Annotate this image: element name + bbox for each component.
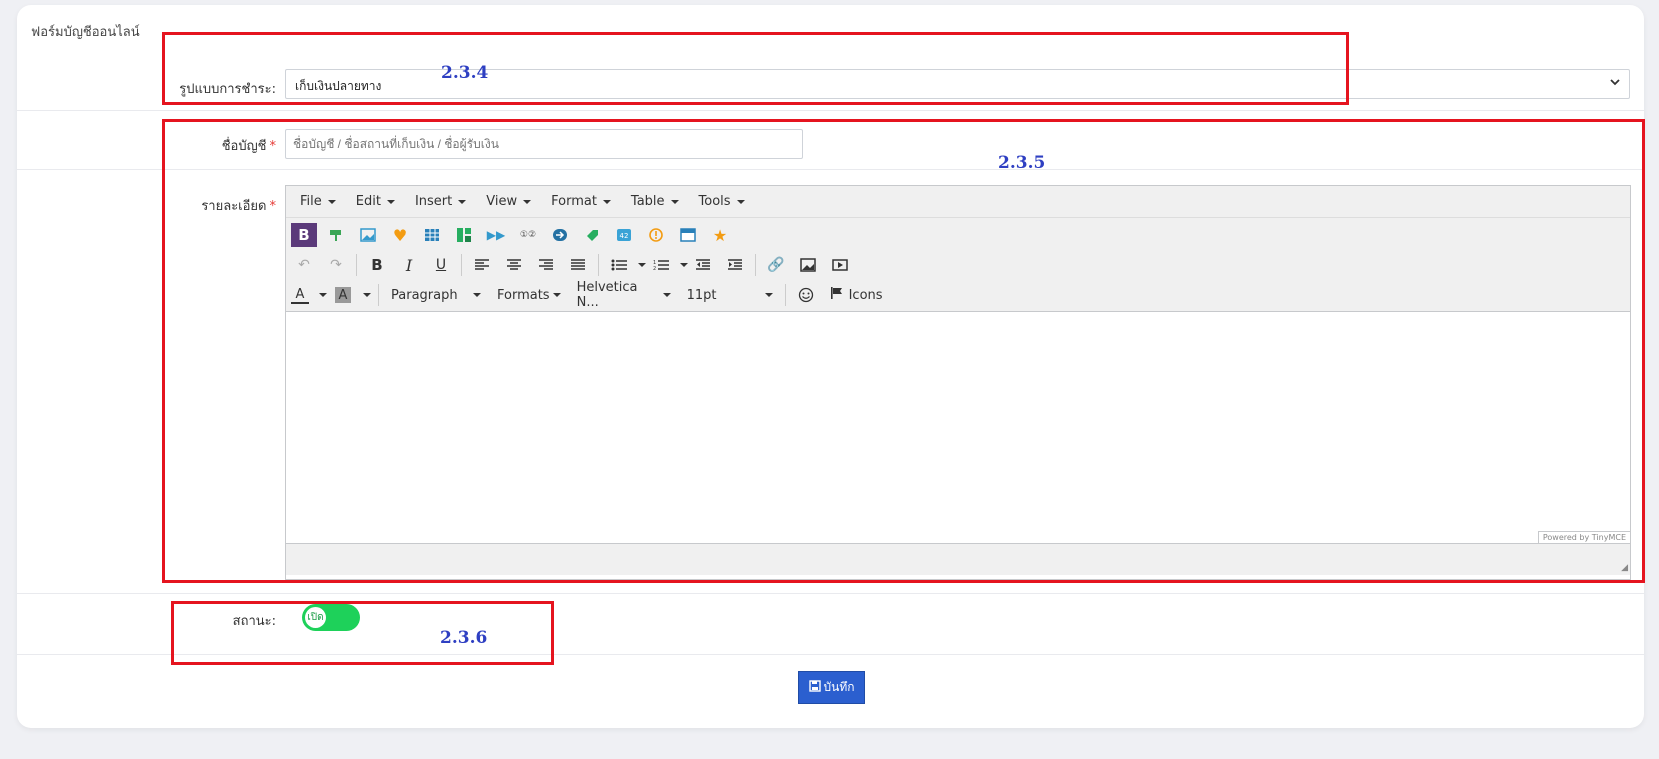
card-title: ฟอร์มบัญชีออนไลน์ — [31, 25, 140, 40]
divider — [17, 110, 1644, 111]
divider — [17, 593, 1644, 594]
highlight-box-editor — [162, 119, 1645, 583]
highlight-box-status — [171, 601, 554, 665]
chevron-down-icon — [1609, 76, 1621, 92]
annotation-label: 2.3.6 — [440, 628, 488, 648]
floppy-disk-icon — [808, 680, 821, 695]
save-button-label: บันทึก — [823, 680, 855, 694]
annotation-label: 2.3.4 — [441, 63, 489, 83]
highlight-box-payment — [162, 32, 1349, 105]
save-button[interactable]: บันทึก — [798, 671, 865, 704]
annotation-label: 2.3.5 — [998, 153, 1046, 173]
